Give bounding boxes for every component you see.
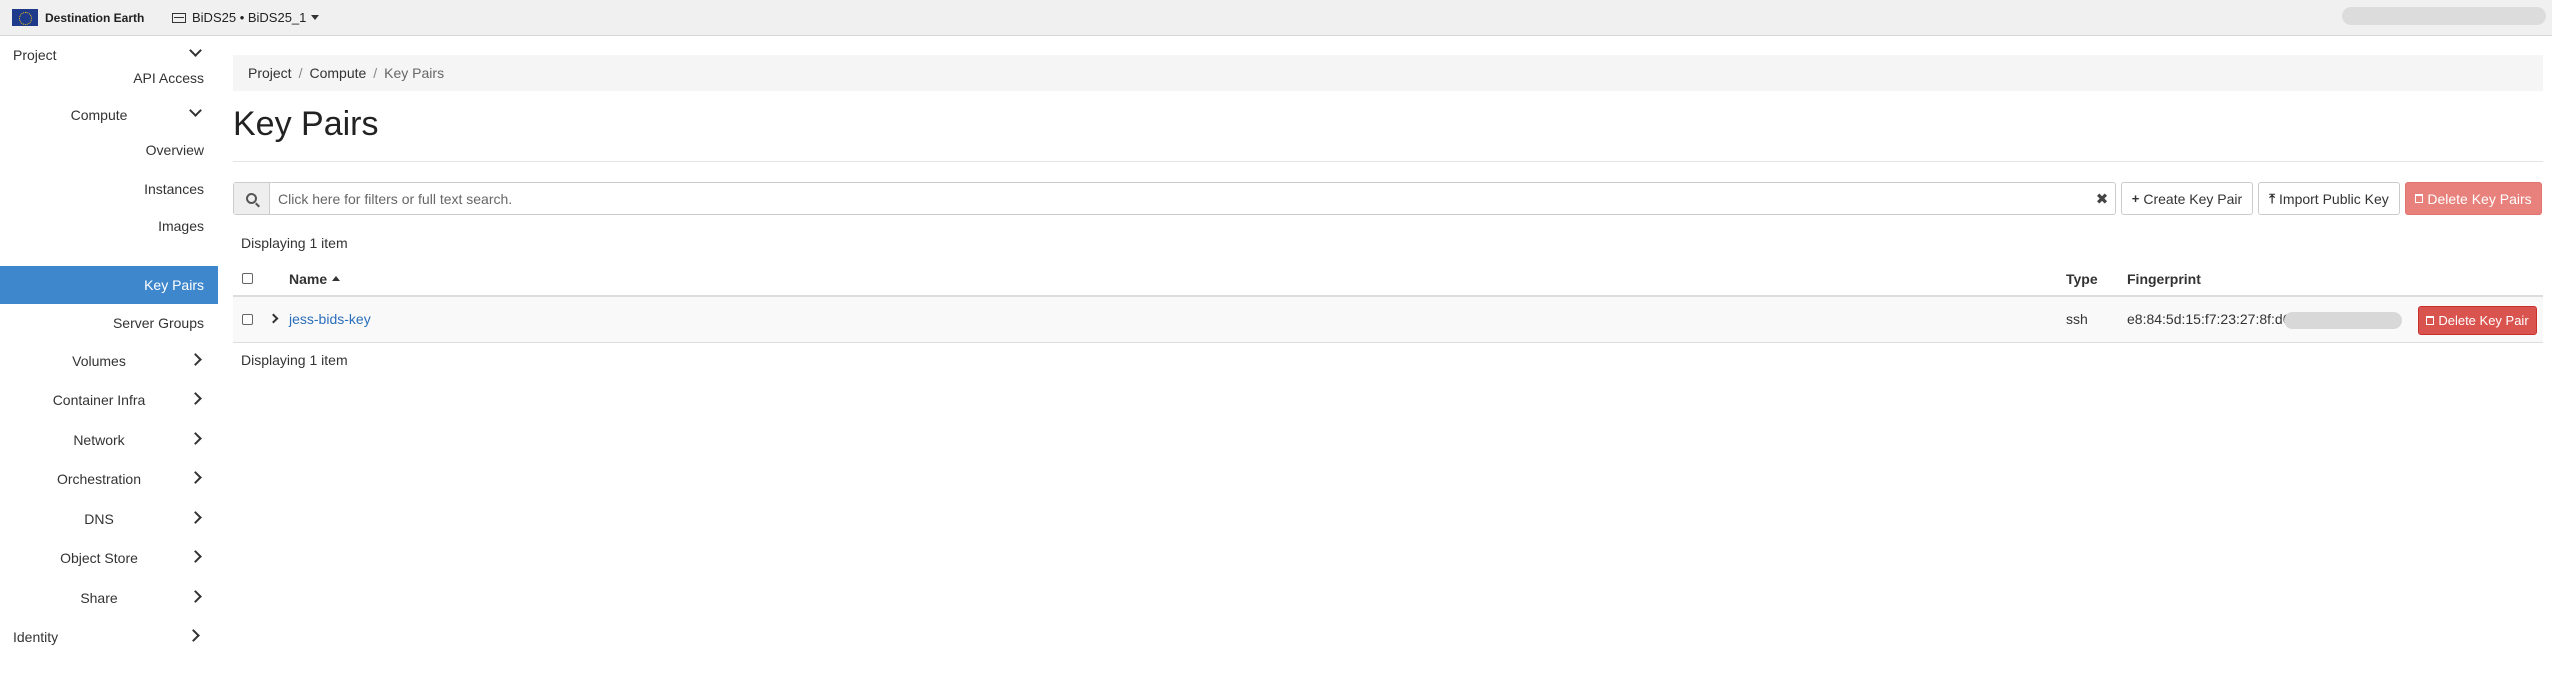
redaction-mask	[2284, 312, 2402, 329]
delete-key-pair-button[interactable]: Delete Key Pair	[2418, 306, 2537, 335]
column-header-type: Type	[2066, 271, 2098, 287]
sidebar-item-instances[interactable]: Instances	[0, 171, 204, 207]
sidebar-item-label: Container Infra	[52, 392, 146, 408]
delete-key-pair-label: Delete Key Pair	[2438, 313, 2529, 328]
key-pair-name-link[interactable]: jess-bids-key	[289, 311, 371, 327]
sidebar-item-images[interactable]: Images	[0, 208, 204, 244]
create-key-pair-label: Create Key Pair	[2143, 190, 2243, 207]
item-count: Displaying 1 item	[241, 352, 348, 368]
column-header-label: Name	[289, 271, 328, 287]
sort-ascending-icon	[332, 276, 341, 281]
sidebar-item-identity[interactable]: Identity	[0, 619, 218, 655]
chevron-right-icon	[189, 590, 202, 603]
table-row: jess-bids-key ssh e8:84:5d:15:f7:23:27:8…	[233, 297, 2543, 343]
project-selector[interactable]: BiDS25 • BiDS25_1	[172, 10, 320, 25]
trash-icon	[2415, 194, 2424, 203]
chevron-right-icon	[189, 353, 202, 366]
import-public-key-button[interactable]: ⤒ Import Public Key	[2258, 182, 2400, 215]
breadcrumb-separator: /	[373, 65, 378, 81]
top-navbar: Destination Earth BiDS25 • BiDS25_1	[0, 0, 2552, 36]
sidebar-item-network[interactable]: Network	[0, 422, 202, 458]
project-selector-label: BiDS25 • BiDS25_1	[192, 10, 307, 25]
sidebar-item-label: Instances	[144, 181, 204, 197]
breadcrumb-project[interactable]: Project	[248, 65, 292, 81]
sidebar-item-share[interactable]: Share	[0, 580, 202, 616]
sidebar-item-label: Share	[80, 590, 118, 606]
chevron-down-icon	[189, 104, 202, 117]
sidebar-item-api-access[interactable]: API Access	[0, 60, 204, 96]
sidebar-item-key-pairs[interactable]: Key Pairs	[0, 266, 218, 304]
item-count: Displaying 1 item	[241, 235, 348, 251]
chevron-right-icon[interactable]	[268, 313, 279, 324]
divider	[233, 161, 2543, 162]
select-all-checkbox[interactable]	[242, 273, 253, 284]
search-input[interactable]	[270, 183, 2089, 214]
eu-flag-icon	[12, 9, 38, 26]
clear-search-icon[interactable]: ✖	[2089, 183, 2115, 214]
sidebar-item-compute[interactable]: Compute	[0, 97, 202, 133]
search-icon	[234, 183, 270, 214]
sidebar-item-object-store[interactable]: Object Store	[0, 540, 202, 576]
row-checkbox[interactable]	[242, 314, 253, 325]
project-icon	[172, 12, 186, 23]
key-pair-fingerprint: e8:84:5d:15:f7:23:27:8f:d6:97	[2127, 311, 2310, 327]
breadcrumb-compute[interactable]: Compute	[309, 65, 366, 81]
user-menu[interactable]	[2342, 7, 2546, 25]
sidebar-item-dns[interactable]: DNS	[0, 501, 202, 537]
key-pair-type: ssh	[2066, 311, 2088, 327]
sidebar-item-label: Server Groups	[112, 315, 204, 331]
brand-name: Destination Earth	[45, 10, 145, 25]
chevron-right-icon	[187, 629, 200, 642]
sidebar-item-label: Volumes	[72, 353, 126, 369]
filter-search-bar: ✖	[233, 182, 2116, 215]
delete-key-pairs-button[interactable]: Delete Key Pairs	[2405, 182, 2542, 215]
sidebar-item-overview[interactable]: Overview	[0, 132, 204, 168]
create-key-pair-button[interactable]: + Create Key Pair	[2121, 182, 2253, 215]
table-header: Name Type Fingerprint	[233, 261, 2543, 297]
chevron-right-icon	[189, 511, 202, 524]
column-header-fingerprint: Fingerprint	[2127, 271, 2201, 287]
chevron-right-icon	[189, 471, 202, 484]
plus-icon: +	[2131, 191, 2140, 206]
brand-logo[interactable]: Destination Earth	[12, 9, 144, 26]
delete-key-pairs-label: Delete Key Pairs	[2427, 190, 2532, 207]
sidebar-item-label: Compute	[70, 107, 128, 123]
chevron-right-icon	[189, 432, 202, 445]
breadcrumb-current: Key Pairs	[384, 65, 445, 81]
sidebar-item-label: Identity	[13, 629, 59, 645]
sidebar-item-label: Key Pairs	[144, 277, 204, 293]
sidebar-item-volumes[interactable]: Volumes	[0, 343, 202, 379]
chevron-down-icon	[189, 44, 202, 57]
import-public-key-label: Import Public Key	[2279, 190, 2389, 207]
chevron-right-icon	[189, 550, 202, 563]
sidebar-item-label: Network	[73, 432, 125, 448]
sidebar-item-label: API Access	[133, 70, 204, 86]
sidebar-item-label: DNS	[84, 511, 114, 527]
sidebar-item-label: Images	[158, 218, 204, 234]
page-title: Key Pairs	[233, 105, 379, 143]
chevron-right-icon	[189, 392, 202, 405]
breadcrumb-separator: /	[298, 65, 303, 81]
trash-icon	[2426, 316, 2435, 325]
sidebar-item-container-infra[interactable]: Container Infra	[0, 382, 202, 418]
sidebar-item-label: Orchestration	[56, 471, 142, 487]
upload-icon: ⤒	[2269, 190, 2276, 206]
sidebar-item-label: Overview	[145, 142, 204, 158]
sidebar-item-label: Object Store	[60, 550, 138, 566]
breadcrumb: Project / Compute / Key Pairs	[233, 55, 2543, 91]
column-header-name[interactable]: Name	[289, 271, 341, 287]
sidebar-item-orchestration[interactable]: Orchestration	[0, 461, 202, 497]
caret-down-icon	[311, 15, 320, 20]
sidebar-item-server-groups[interactable]: Server Groups	[0, 305, 204, 341]
